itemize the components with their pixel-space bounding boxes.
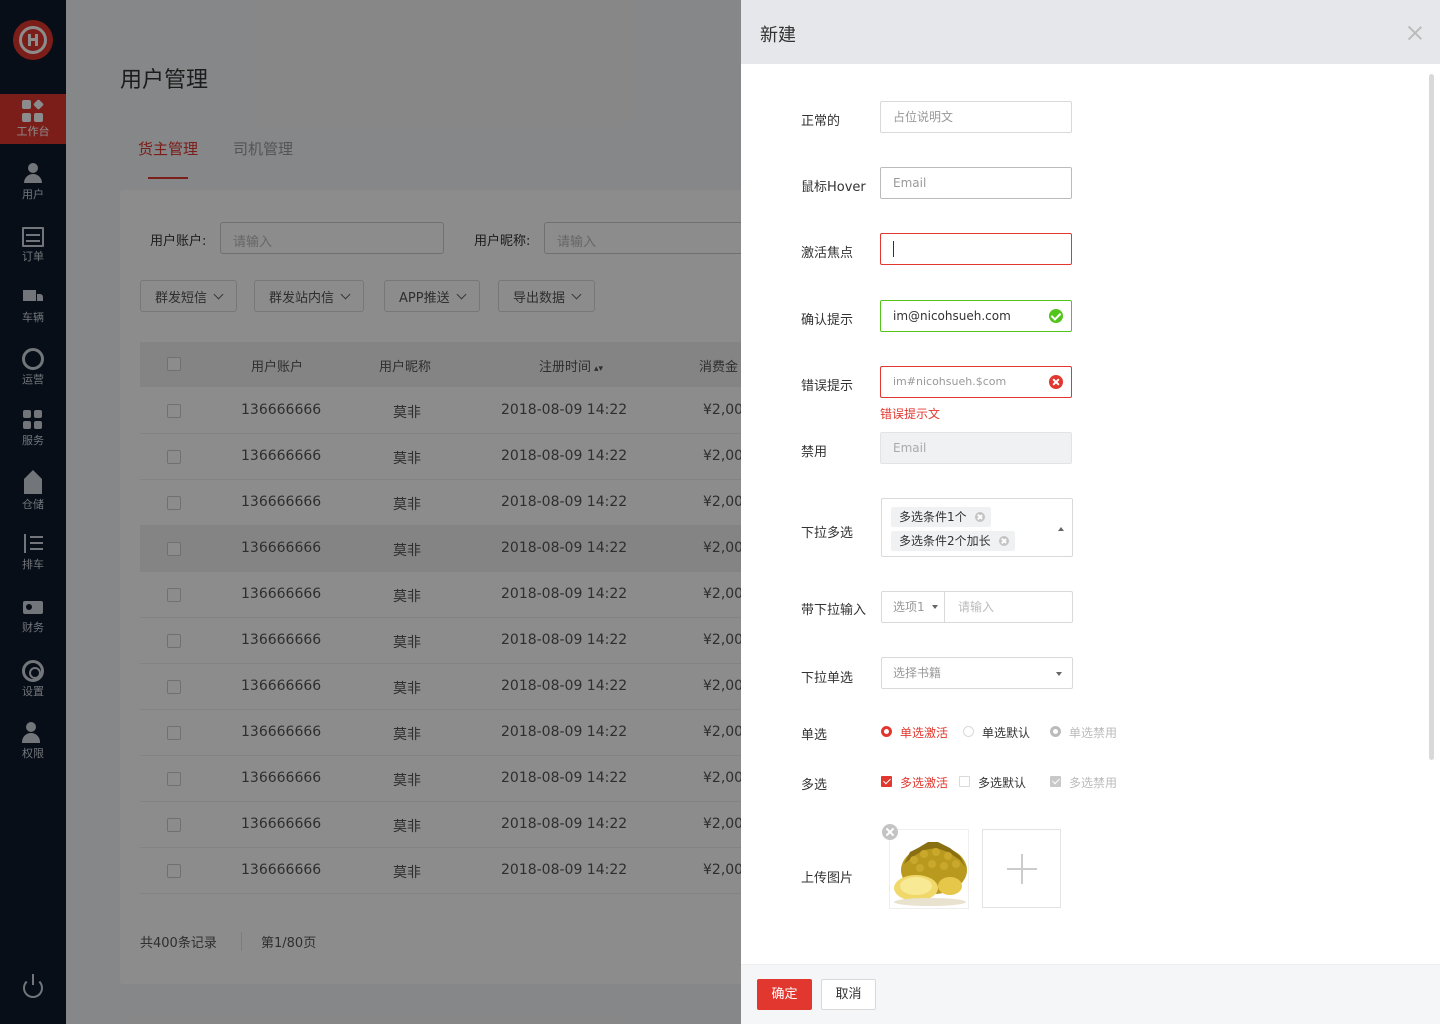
single-select[interactable]: 选择书籍 bbox=[881, 657, 1073, 689]
radio-active[interactable] bbox=[881, 726, 892, 737]
hover-field-label: 鼠标Hover bbox=[801, 180, 866, 195]
error-message: 错误提示文 bbox=[880, 407, 941, 421]
confirm-field-label: 确认提示 bbox=[801, 313, 854, 328]
select-tag: 多选条件2个加长 bbox=[891, 531, 1015, 551]
select-value: 选项1 bbox=[893, 600, 925, 614]
normal-field-label: 正常的 bbox=[801, 114, 841, 129]
radio-default[interactable] bbox=[963, 726, 974, 737]
radio-active-label[interactable]: 单选激活 bbox=[900, 724, 948, 741]
checkbox-active-label[interactable]: 多选激活 bbox=[900, 774, 948, 791]
caret-down-icon bbox=[932, 605, 938, 609]
tag-close-icon[interactable] bbox=[998, 536, 1009, 546]
checkbox-disabled-label: 多选禁用 bbox=[1069, 776, 1118, 790]
radio-default-label[interactable]: 单选默认 bbox=[982, 724, 1030, 741]
disabled-field-label: 禁用 bbox=[801, 445, 828, 460]
error-field-label: 错误提示 bbox=[801, 379, 854, 394]
error-circle-icon[interactable] bbox=[1049, 375, 1063, 389]
cancel-button[interactable]: 取消 bbox=[821, 979, 876, 1010]
input-value: im@nicohsueh.com bbox=[893, 309, 1011, 323]
select-placeholder: 选择书籍 bbox=[893, 666, 942, 680]
normal-input[interactable]: 占位说明文 bbox=[880, 101, 1072, 133]
scrollbar[interactable] bbox=[1429, 74, 1434, 760]
tag-label: 多选条件1个 bbox=[899, 510, 967, 524]
focus-input[interactable] bbox=[880, 233, 1072, 265]
dropdown-input-label: 带下拉输入 bbox=[801, 603, 867, 618]
checkbox-active[interactable] bbox=[881, 776, 892, 787]
modal-overlay[interactable] bbox=[0, 0, 741, 1024]
dropdown-input-text[interactable]: 请输入 bbox=[958, 592, 994, 622]
confirm-button[interactable]: 确定 bbox=[757, 979, 812, 1010]
add-image-button[interactable] bbox=[982, 829, 1061, 908]
tag-label: 多选条件2个加长 bbox=[899, 534, 991, 548]
durian-image bbox=[894, 842, 967, 906]
single-select-label: 下拉单选 bbox=[801, 671, 854, 686]
checkbox-group-label: 多选 bbox=[801, 778, 828, 793]
check-circle-icon bbox=[1049, 309, 1063, 323]
radio-disabled bbox=[1050, 726, 1061, 737]
confirm-input[interactable]: im@nicohsueh.com bbox=[880, 300, 1072, 332]
caret-down-icon bbox=[1056, 672, 1062, 676]
close-icon[interactable] bbox=[1408, 26, 1422, 40]
uploaded-image-thumbnail[interactable] bbox=[889, 829, 969, 909]
radio-group-label: 单选 bbox=[801, 728, 828, 743]
upload-label: 上传图片 bbox=[801, 871, 854, 886]
drawer-footer: 确定 取消 bbox=[741, 964, 1440, 1024]
remove-image-icon[interactable] bbox=[882, 824, 898, 840]
focus-field-label: 激活焦点 bbox=[801, 246, 854, 261]
checkbox-disabled bbox=[1050, 776, 1061, 787]
radio-disabled-label: 单选禁用 bbox=[1069, 726, 1118, 740]
input-value: im#nicohsueh.$com bbox=[893, 375, 1007, 388]
text-caret bbox=[893, 241, 894, 257]
checkbox-default[interactable] bbox=[959, 776, 970, 787]
disabled-input: Email bbox=[880, 432, 1072, 464]
error-input[interactable]: im#nicohsueh.$com bbox=[880, 366, 1072, 398]
drawer-header: 新建 bbox=[741, 0, 1440, 64]
dropdown-input-select[interactable]: 选项1 bbox=[882, 592, 945, 622]
hover-input[interactable]: Email bbox=[880, 167, 1072, 199]
caret-up-icon bbox=[1058, 527, 1064, 531]
checkbox-default-label[interactable]: 多选默认 bbox=[978, 774, 1026, 791]
tag-close-icon[interactable] bbox=[974, 512, 985, 522]
multi-select[interactable]: 多选条件1个 多选条件2个加长 bbox=[881, 498, 1073, 557]
drawer-title: 新建 bbox=[760, 25, 796, 46]
dropdown-input: 选项1 请输入 bbox=[881, 591, 1073, 623]
create-drawer: 新建 正常的 占位说明文 鼠标Hover Email 激活焦点 确认提示 im@… bbox=[741, 0, 1440, 1024]
select-tag: 多选条件1个 bbox=[891, 507, 991, 527]
multi-select-label: 下拉多选 bbox=[801, 526, 854, 541]
